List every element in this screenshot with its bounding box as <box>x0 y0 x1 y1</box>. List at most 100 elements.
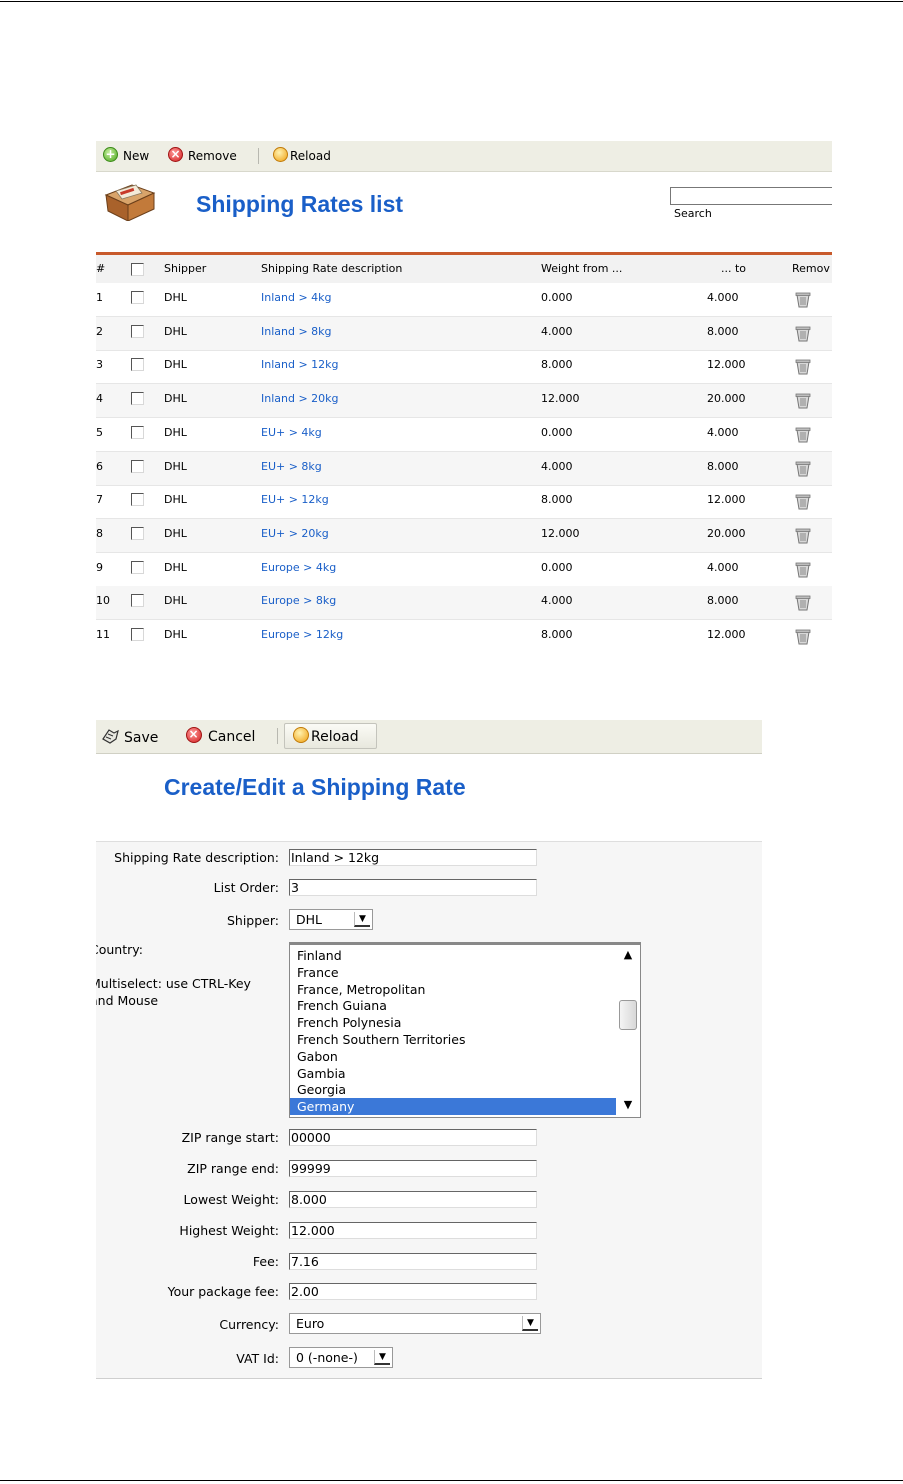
row-description-link[interactable]: EU+ > 12kg <box>261 485 329 515</box>
row-checkbox[interactable] <box>131 291 144 304</box>
row-checkbox[interactable] <box>131 459 144 473</box>
trash-icon[interactable] <box>794 459 812 477</box>
country-option[interactable]: Gabon <box>290 1048 616 1065</box>
row-checkbox[interactable] <box>131 358 144 372</box>
row-checkbox[interactable] <box>131 324 144 338</box>
trash-icon[interactable] <box>794 560 812 578</box>
trash-icon[interactable] <box>794 290 812 308</box>
country-option[interactable]: Gambia <box>290 1065 616 1082</box>
search-input[interactable] <box>670 187 832 205</box>
trash-icon[interactable] <box>794 391 812 409</box>
row-weight-from: 8.000 <box>541 493 573 507</box>
shipper-value: DHL <box>296 912 322 927</box>
row-description-link[interactable]: Inland > 4kg <box>261 283 332 313</box>
table-row[interactable]: 10 DHL Europe > 8kg 4.000 8.000 <box>96 586 832 621</box>
vat-select[interactable]: 0 (-none-) ▼ <box>289 1347 393 1368</box>
row-shipper: DHL <box>164 392 187 406</box>
table-row[interactable]: 5 DHL EU+ > 4kg 0.000 4.000 <box>96 418 832 452</box>
select-all-checkbox[interactable] <box>131 263 144 276</box>
chevron-down-icon[interactable]: ▼ <box>374 1350 390 1365</box>
row-description-link[interactable]: Europe > 12kg <box>261 620 343 646</box>
table-row[interactable]: 8 DHL EU+ > 20kg 12.000 20.000 <box>96 518 832 553</box>
row-num: 3 <box>96 358 103 372</box>
country-option[interactable]: Germany <box>290 1098 616 1116</box>
row-description-link[interactable]: EU+ > 8kg <box>261 452 322 482</box>
table-row[interactable]: 1 DHL Inland > 4kg 0.000 4.000 <box>96 283 832 317</box>
country-option[interactable]: Georgia <box>290 1081 616 1098</box>
country-option[interactable]: France <box>290 964 616 981</box>
col-shipper[interactable]: Shipper <box>164 255 206 283</box>
scroll-down-icon[interactable]: ▼ <box>619 1097 637 1113</box>
col-weight-from[interactable]: Weight from ... <box>541 255 622 283</box>
table-row[interactable]: 6 DHL EU+ > 8kg 4.000 8.000 <box>96 451 832 486</box>
reload-button[interactable]: Reload <box>284 723 377 749</box>
col-description[interactable]: Shipping Rate description <box>261 255 402 283</box>
remove-icon <box>168 145 183 163</box>
trash-icon[interactable] <box>794 324 812 342</box>
table-row[interactable]: 4 DHL Inland > 20kg 12.000 20.000 <box>96 384 832 419</box>
scroll-thumb[interactable] <box>619 1000 637 1030</box>
trash-icon[interactable] <box>794 492 812 510</box>
vat-label: VAT Id: <box>236 1351 279 1366</box>
row-checkbox[interactable] <box>131 493 144 507</box>
table-row[interactable]: 3 DHL Inland > 12kg 8.000 12.000 <box>96 350 832 385</box>
fee-field[interactable]: 7.16 <box>289 1253 537 1270</box>
chevron-down-icon[interactable]: ▼ <box>354 912 370 927</box>
row-description-link[interactable]: Inland > 20kg <box>261 384 339 414</box>
row-checkbox[interactable] <box>131 425 144 439</box>
country-scrollbar[interactable]: ▲ ▼ <box>616 945 640 1117</box>
zip-end-field[interactable]: 99999 <box>289 1160 537 1177</box>
country-option[interactable]: French Southern Territories <box>290 1031 616 1048</box>
shipper-select[interactable]: DHL ▼ <box>289 909 373 930</box>
description-field[interactable]: Inland > 12kg <box>289 849 537 866</box>
highest-weight-field[interactable]: 12.000 <box>289 1222 537 1239</box>
row-num: 8 <box>96 526 103 540</box>
reload-label: Reload <box>290 149 331 163</box>
row-weight-to: 4.000 <box>707 560 739 574</box>
row-description-link[interactable]: Europe > 4kg <box>261 553 336 583</box>
country-option[interactable]: French Guiana <box>290 997 616 1014</box>
country-option[interactable]: French Polynesia <box>290 1014 616 1031</box>
row-num: 4 <box>96 392 103 406</box>
chevron-down-icon[interactable]: ▼ <box>522 1316 538 1331</box>
row-description-link[interactable]: Inland > 8kg <box>261 317 332 347</box>
table-row[interactable]: 2 DHL Inland > 8kg 4.000 8.000 <box>96 316 832 351</box>
col-weight-to[interactable]: ... to <box>721 255 746 283</box>
row-description-link[interactable]: Europe > 8kg <box>261 586 336 616</box>
row-shipper: DHL <box>164 291 187 304</box>
trash-icon[interactable] <box>794 627 812 645</box>
reload-button[interactable]: Reload <box>273 147 331 165</box>
remove-button[interactable]: Remove <box>168 145 237 165</box>
new-button[interactable]: New <box>103 145 149 165</box>
row-num: 9 <box>96 560 103 574</box>
package-fee-field[interactable]: 2.00 <box>289 1283 537 1300</box>
edit-toolbar: Save Cancel Reload <box>96 720 762 754</box>
country-option[interactable]: France, Metropolitan <box>290 981 616 998</box>
save-button[interactable]: Save <box>100 727 158 747</box>
toolbar-separator <box>277 728 278 744</box>
table-row[interactable]: 9 DHL Europe > 4kg 0.000 4.000 <box>96 553 832 587</box>
lowest-weight-field[interactable]: 8.000 <box>289 1191 537 1208</box>
row-description-link[interactable]: Inland > 12kg <box>261 350 339 380</box>
row-checkbox[interactable] <box>131 526 144 540</box>
row-description-link[interactable]: EU+ > 4kg <box>261 418 322 448</box>
zip-start-field[interactable]: 00000 <box>289 1129 537 1146</box>
row-checkbox[interactable] <box>131 560 144 574</box>
trash-icon[interactable] <box>794 593 812 611</box>
scroll-up-icon[interactable]: ▲ <box>619 947 637 963</box>
row-checkbox[interactable] <box>131 392 144 406</box>
cancel-button[interactable]: Cancel <box>186 725 255 746</box>
currency-select[interactable]: Euro ▼ <box>289 1313 541 1334</box>
trash-icon[interactable] <box>794 357 812 375</box>
row-weight-from: 0.000 <box>541 560 573 574</box>
trash-icon[interactable] <box>794 425 812 443</box>
row-checkbox[interactable] <box>131 594 144 608</box>
country-multiselect[interactable]: Finland France France, Metropolitan French … <box>289 942 641 1118</box>
trash-icon[interactable] <box>794 526 812 544</box>
list-order-field[interactable]: 3 <box>289 879 537 896</box>
table-row[interactable]: 7 DHL EU+ > 12kg 8.000 12.000 <box>96 485 832 520</box>
table-row[interactable]: 11 DHL Europe > 12kg 8.000 12.000 <box>96 620 832 646</box>
country-option[interactable]: Finland <box>290 947 616 964</box>
row-description-link[interactable]: EU+ > 20kg <box>261 519 329 549</box>
row-checkbox[interactable] <box>131 628 144 641</box>
